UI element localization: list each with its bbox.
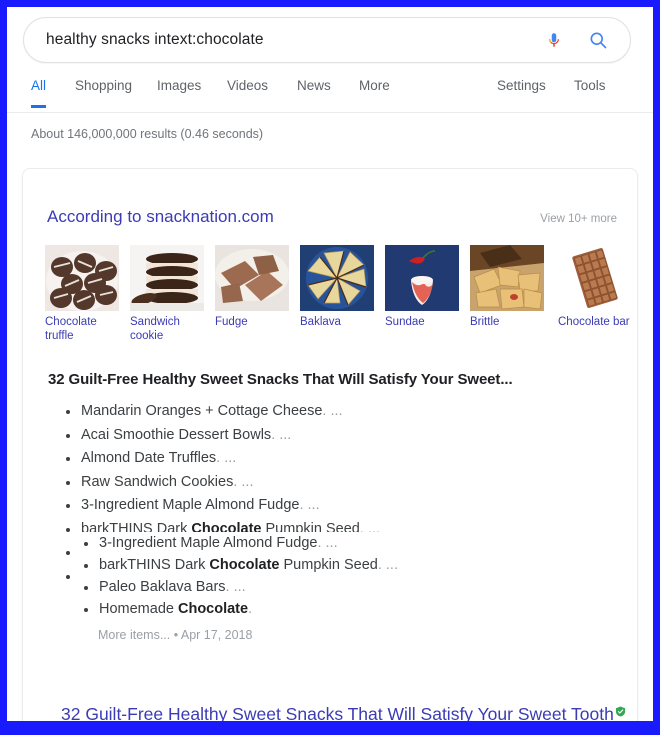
screenshot-root: All Shopping Images Videos News More Set… bbox=[0, 0, 660, 735]
tab-shopping[interactable]: Shopping bbox=[75, 78, 132, 105]
search-input[interactable] bbox=[24, 31, 532, 49]
carousel-label-chocolate-bar[interactable]: Chocolate bar bbox=[558, 316, 634, 330]
carousel-label-fudge[interactable]: Fudge bbox=[215, 316, 291, 330]
list-item: 3-Ingredient Maple Almond Fudge. ... bbox=[81, 532, 581, 554]
list-item: Homemade Chocolate. bbox=[81, 598, 581, 620]
list-item: Raw Sandwich Cookies. ... bbox=[63, 471, 603, 495]
carousel-label-baklava[interactable]: Baklava bbox=[300, 316, 376, 330]
tab-videos[interactable]: Videos bbox=[227, 78, 268, 105]
search-bar[interactable] bbox=[23, 17, 631, 63]
browser-viewport: All Shopping Images Videos News More Set… bbox=[7, 7, 653, 721]
carousel-label-sundae[interactable]: Sundae bbox=[385, 316, 461, 330]
tab-news[interactable]: News bbox=[297, 78, 331, 105]
carousel-thumb-sandwich-cookie[interactable] bbox=[130, 245, 204, 311]
featured-snippet-card: According to snacknation.com View 10+ mo… bbox=[22, 168, 638, 721]
carousel-thumb-chocolate-bar[interactable] bbox=[558, 245, 632, 311]
carousel-item-baklava[interactable]: Baklava bbox=[300, 245, 376, 330]
search-tabs: All Shopping Images Videos News More Set… bbox=[7, 73, 653, 113]
list-item: Mandarin Oranges + Cottage Cheese. ... bbox=[63, 400, 603, 424]
tab-tools[interactable]: Tools bbox=[574, 78, 606, 105]
results-count: About 146,000,000 results (0.46 seconds) bbox=[31, 127, 264, 141]
card-header: According to snacknation.com View 10+ mo… bbox=[23, 207, 637, 231]
result-title-text: 32 Guilt-Free Healthy Sweet Snacks That … bbox=[61, 704, 614, 721]
carousel-item-fudge[interactable]: Fudge bbox=[215, 245, 291, 330]
carousel-thumb-baklava[interactable] bbox=[300, 245, 374, 311]
list-item: 3-Ingredient Maple Almond Fudge. ... bbox=[63, 494, 603, 518]
microphone-icon[interactable] bbox=[532, 30, 576, 50]
carousel-item-chocolate-bar[interactable]: Chocolate bar bbox=[558, 245, 634, 330]
carousel-thumb-sundae[interactable] bbox=[385, 245, 459, 311]
carousel-label-sandwich-cookie[interactable]: Sandwich cookie bbox=[130, 316, 206, 343]
result-title-link[interactable]: 32 Guilt-Free Healthy Sweet Snacks That … bbox=[61, 702, 626, 721]
list-item: Paleo Baklava Bars. ... bbox=[81, 576, 581, 598]
carousel-item-chocolate-truffle[interactable]: Chocolate truffle bbox=[45, 245, 121, 343]
image-carousel: Chocolate truffle Sandwich cookie Fudge … bbox=[45, 245, 632, 355]
tab-all[interactable]: All bbox=[31, 78, 47, 108]
tab-settings[interactable]: Settings bbox=[497, 78, 546, 105]
list-item: Acai Smoothie Dessert Bowls. ... bbox=[63, 424, 603, 448]
carousel-label-brittle[interactable]: Brittle bbox=[470, 316, 546, 330]
green-shield-check-icon bbox=[615, 702, 626, 721]
snippet-title: 32 Guilt-Free Healthy Sweet Snacks That … bbox=[48, 371, 513, 388]
snippet-list-nested: 3-Ingredient Maple Almond Fudge. ... bar… bbox=[81, 532, 581, 620]
carousel-thumb-fudge[interactable] bbox=[215, 245, 289, 311]
carousel-item-brittle[interactable]: Brittle bbox=[470, 245, 546, 330]
carousel-item-sandwich-cookie[interactable]: Sandwich cookie bbox=[130, 245, 206, 343]
carousel-thumb-chocolate-truffle[interactable] bbox=[45, 245, 119, 311]
more-items-label: More items... • Apr 17, 2018 bbox=[98, 628, 253, 642]
list-item: Almond Date Truffles. ... bbox=[63, 447, 603, 471]
view-more-link[interactable]: View 10+ more bbox=[540, 213, 617, 225]
attribution-link[interactable]: According to snacknation.com bbox=[47, 207, 274, 227]
list-item: barkTHINS Dark Chocolate Pumpkin Seed. .… bbox=[81, 554, 581, 576]
tab-more[interactable]: More bbox=[359, 78, 390, 105]
carousel-label-chocolate-truffle[interactable]: Chocolate truffle bbox=[45, 316, 121, 343]
tab-images[interactable]: Images bbox=[157, 78, 201, 105]
carousel-item-sundae[interactable]: Sundae bbox=[385, 245, 461, 330]
search-icon[interactable] bbox=[576, 30, 620, 50]
carousel-thumb-brittle[interactable] bbox=[470, 245, 544, 311]
